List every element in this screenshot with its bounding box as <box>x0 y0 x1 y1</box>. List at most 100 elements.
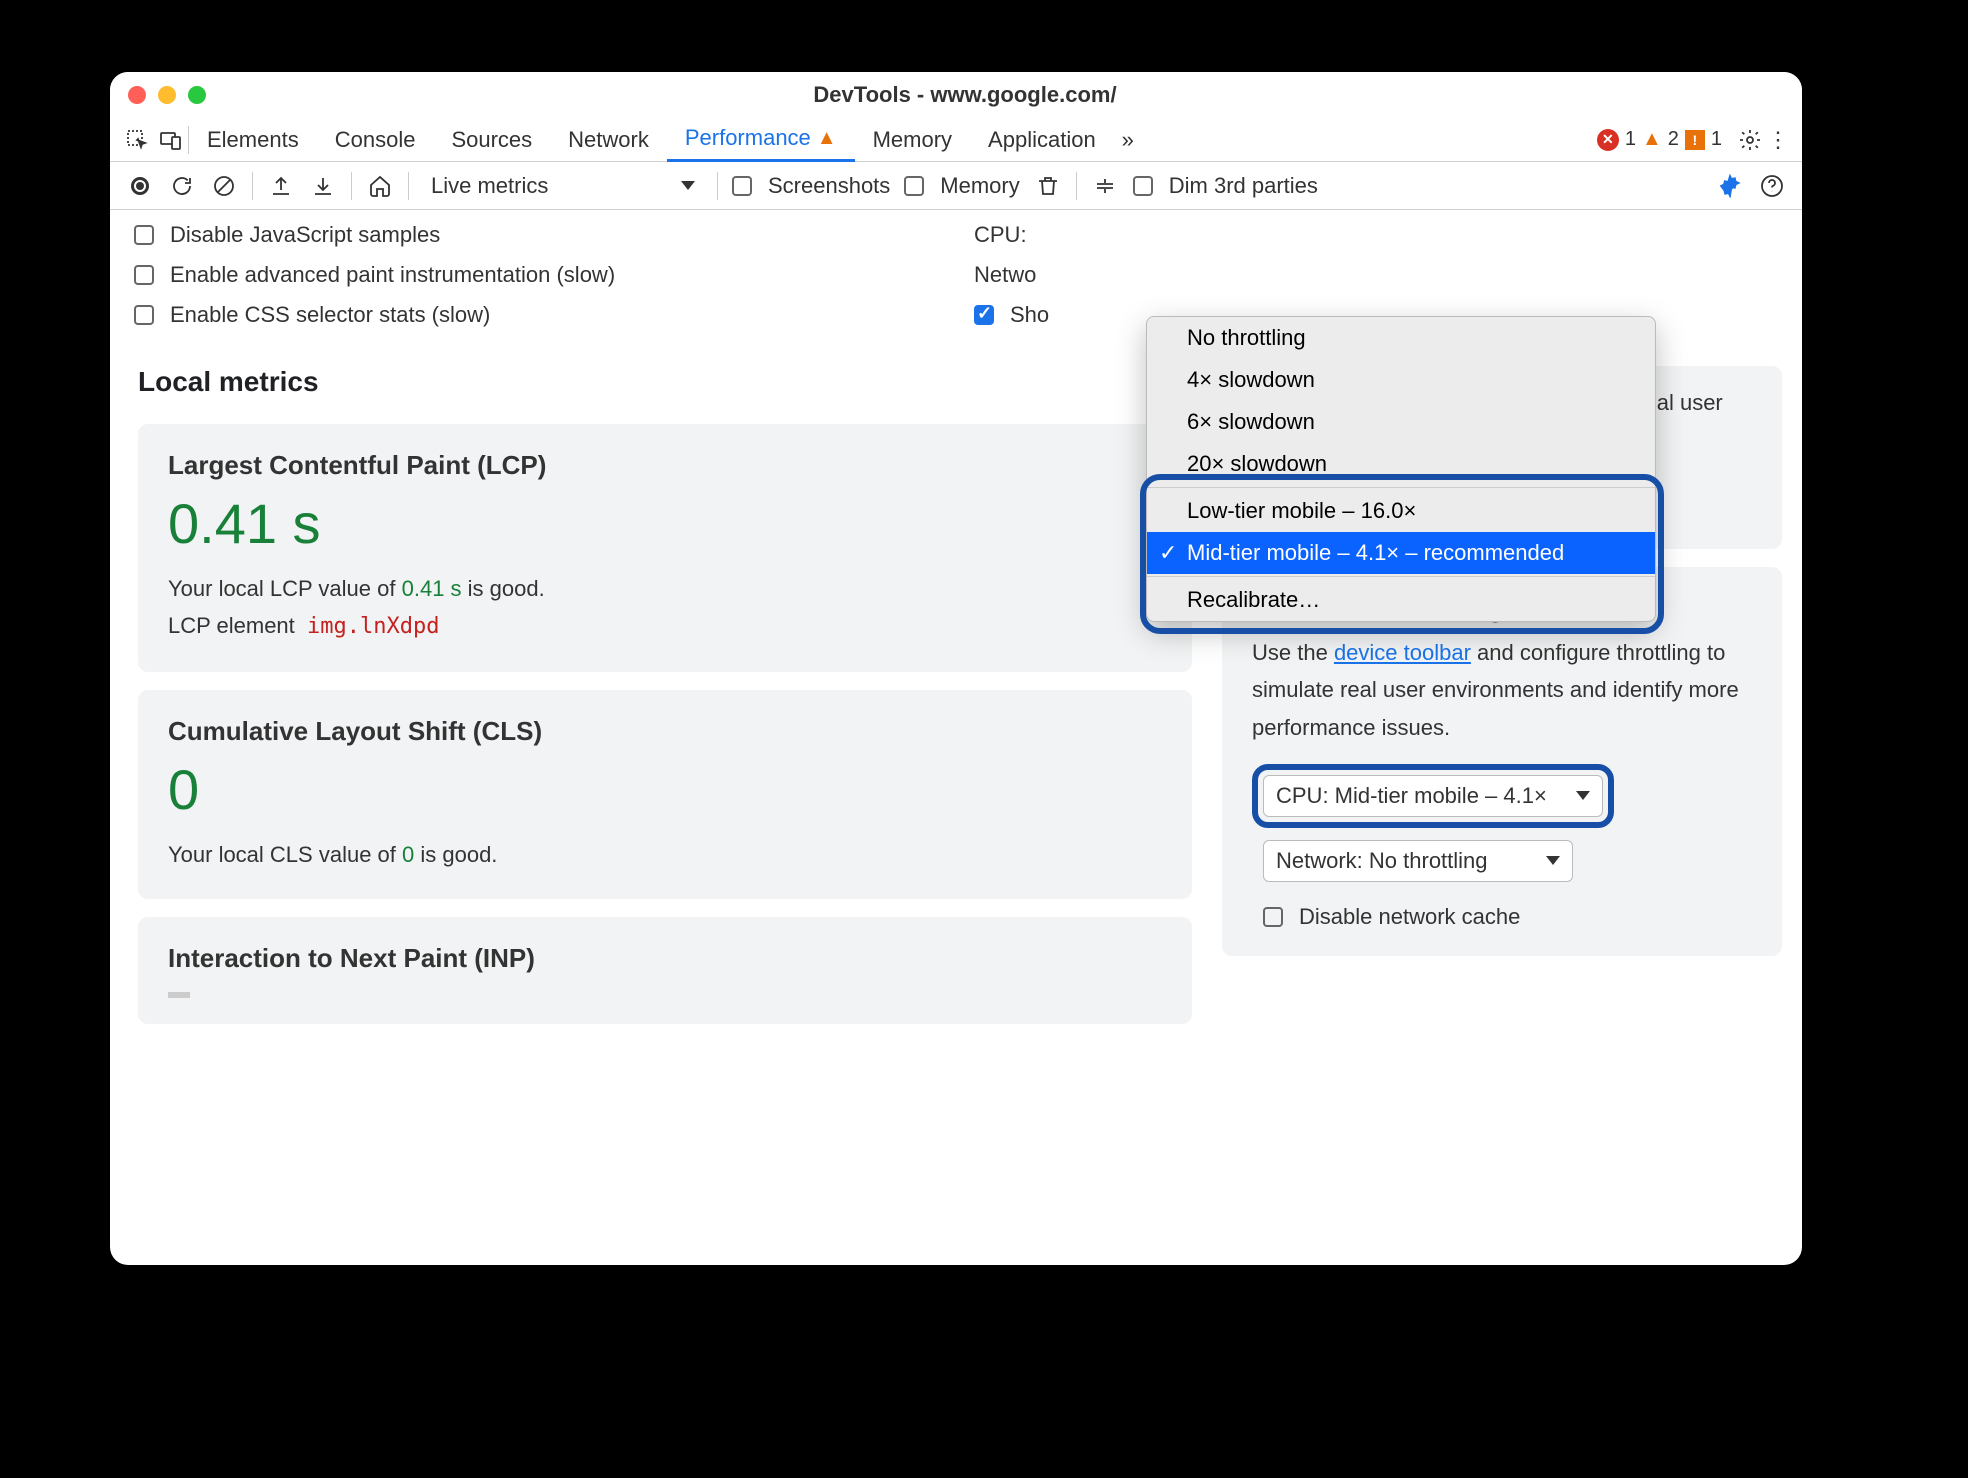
dim-label: Dim 3rd parties <box>1169 173 1318 199</box>
advanced-paint-label: Enable advanced paint instrumentation (s… <box>170 262 615 288</box>
performance-toolbar: Live metrics Screenshots Memory Dim 3rd … <box>110 162 1802 210</box>
inp-placeholder <box>168 992 190 998</box>
environment-settings-card: Environment settings Use the device tool… <box>1222 567 1782 956</box>
cpu-throttle-dropdown: No throttling 4× slowdown 6× slowdown 20… <box>1146 316 1656 622</box>
cls-value: 0 <box>168 757 1162 822</box>
chevron-down-icon <box>1576 791 1590 800</box>
disable-cache-label: Disable network cache <box>1299 904 1520 930</box>
divider <box>1076 172 1077 200</box>
throttle-option-6x[interactable]: 6× slowdown <box>1147 401 1655 443</box>
css-stats-checkbox[interactable]: Enable CSS selector stats (slow) <box>134 302 894 328</box>
dropdown-separator <box>1147 487 1655 488</box>
reload-record-button[interactable] <box>168 172 196 200</box>
error-count: 1 <box>1625 128 1636 151</box>
css-stats-label: Enable CSS selector stats (slow) <box>170 302 490 328</box>
throttle-option-none[interactable]: No throttling <box>1147 317 1655 359</box>
lcp-element-row: LCP element img.lnXdpd <box>168 607 1162 645</box>
memory-checkbox[interactable]: Memory <box>904 173 1019 199</box>
inp-title: Interaction to Next Paint (INP) <box>168 943 1162 974</box>
lcp-value: 0.41 s <box>168 491 1162 556</box>
network-throttle-select[interactable]: Network: No throttling <box>1263 840 1573 882</box>
tab-performance-label: Performance <box>685 125 811 151</box>
cls-card: Cumulative Layout Shift (CLS) 0 Your loc… <box>138 690 1192 899</box>
device-toolbar-link[interactable]: device toolbar <box>1334 640 1471 665</box>
upload-icon[interactable] <box>267 172 295 200</box>
zoom-window-button[interactable] <box>188 86 206 104</box>
capture-settings-icon[interactable] <box>1716 172 1744 200</box>
disable-js-checkbox[interactable]: Disable JavaScript samples <box>134 222 894 248</box>
cls-title: Cumulative Layout Shift (CLS) <box>168 716 1162 747</box>
lcp-description: Your local LCP value of 0.41 s is good. <box>168 570 1162 607</box>
kebab-menu-icon[interactable]: ⋮ <box>1764 126 1792 154</box>
dim-checkbox[interactable]: Dim 3rd parties <box>1133 173 1318 199</box>
tab-performance[interactable]: Performance ▲ <box>667 118 855 162</box>
lcp-element-value[interactable]: img.lnXdpd <box>307 614 439 639</box>
lcp-card: Largest Contentful Paint (LCP) 0.41 s Yo… <box>138 424 1192 672</box>
network-select-label: Network: No throttling <box>1276 848 1488 874</box>
disable-js-label: Disable JavaScript samples <box>170 222 440 248</box>
tab-elements[interactable]: Elements <box>189 118 317 162</box>
help-icon[interactable] <box>1758 172 1786 200</box>
screenshots-checkbox[interactable]: Screenshots <box>732 173 890 199</box>
issue-count: 1 <box>1711 128 1722 151</box>
network-throttle-row: Netwo <box>974 262 1049 288</box>
show-checkbox[interactable]: Sho <box>974 302 1049 328</box>
close-window-button[interactable] <box>128 86 146 104</box>
record-button[interactable] <box>126 172 154 200</box>
cpu-select-highlight: CPU: Mid-tier mobile – 4.1× <box>1252 764 1614 828</box>
tab-network[interactable]: Network <box>550 118 667 162</box>
traffic-lights <box>128 86 206 104</box>
tab-console[interactable]: Console <box>317 118 434 162</box>
throttle-option-4x[interactable]: 4× slowdown <box>1147 359 1655 401</box>
lcp-element-label: LCP element <box>168 613 295 638</box>
settings-icon[interactable] <box>1736 126 1764 154</box>
dropdown-separator <box>1147 576 1655 577</box>
cpu-throttle-row: CPU: <box>974 222 1049 248</box>
lcp-title: Largest Contentful Paint (LCP) <box>168 450 1162 481</box>
divider <box>252 172 253 200</box>
cpu-select-label: CPU: Mid-tier mobile – 4.1× <box>1276 783 1547 809</box>
chevron-down-icon <box>1546 856 1560 865</box>
local-metrics-heading: Local metrics <box>138 366 1192 398</box>
tab-sources[interactable]: Sources <box>433 118 550 162</box>
device-toolbar-icon[interactable] <box>154 126 188 154</box>
inspect-icon[interactable] <box>120 126 154 154</box>
minimize-window-button[interactable] <box>158 86 176 104</box>
throttle-option-recalibrate[interactable]: Recalibrate… <box>1147 579 1655 621</box>
divider <box>717 172 718 200</box>
panel-tabs: Elements Console Sources Network Perform… <box>110 118 1802 162</box>
throttle-option-mid-tier[interactable]: Mid-tier mobile – 4.1× – recommended <box>1147 532 1655 574</box>
history-select[interactable]: Live metrics <box>423 170 703 202</box>
local-metrics-column: Local metrics Largest Contentful Paint (… <box>138 366 1192 1247</box>
window-title: DevTools - www.google.com/ <box>218 82 1712 108</box>
gc-icon[interactable] <box>1034 172 1062 200</box>
disable-cache-checkbox[interactable]: Disable network cache <box>1263 904 1752 930</box>
tab-memory[interactable]: Memory <box>855 118 970 162</box>
error-badge-icon: ✕ <box>1597 129 1619 151</box>
titlebar: DevTools - www.google.com/ <box>110 72 1802 118</box>
warning-badge-icon: ▲ <box>1642 128 1662 151</box>
history-select-label: Live metrics <box>431 173 548 199</box>
tab-application[interactable]: Application <box>970 118 1114 162</box>
screenshots-label: Screenshots <box>768 173 890 199</box>
clear-button[interactable] <box>210 172 238 200</box>
console-badges[interactable]: ✕ 1 ▲ 2 ! 1 <box>1597 128 1722 151</box>
home-icon[interactable] <box>366 172 394 200</box>
env-text: Use the device toolbar and configure thr… <box>1252 634 1752 746</box>
inp-card: Interaction to Next Paint (INP) <box>138 917 1192 1024</box>
divider <box>408 172 409 200</box>
advanced-paint-checkbox[interactable]: Enable advanced paint instrumentation (s… <box>134 262 894 288</box>
more-tabs-icon[interactable]: » <box>1114 126 1142 154</box>
throttle-option-20x[interactable]: 20× slowdown <box>1147 443 1655 485</box>
download-icon[interactable] <box>309 172 337 200</box>
memory-label: Memory <box>940 173 1019 199</box>
issue-badge-icon: ! <box>1685 130 1705 150</box>
warning-count: 2 <box>1668 128 1679 151</box>
warning-icon: ▲ <box>817 127 837 150</box>
cls-description: Your local CLS value of 0 is good. <box>168 836 1162 873</box>
divider <box>351 172 352 200</box>
show-label: Sho <box>1010 302 1049 328</box>
shortcuts-icon[interactable] <box>1091 172 1119 200</box>
throttle-option-low-tier[interactable]: Low-tier mobile – 16.0× <box>1147 490 1655 532</box>
cpu-throttle-select[interactable]: CPU: Mid-tier mobile – 4.1× <box>1263 775 1603 817</box>
